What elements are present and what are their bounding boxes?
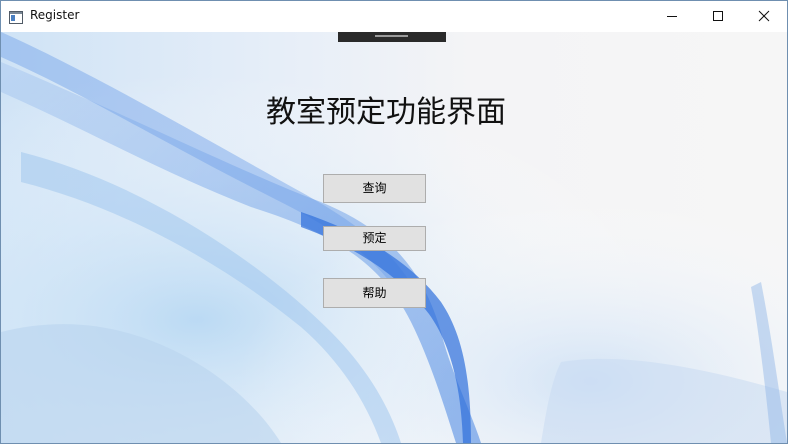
minimize-icon	[667, 16, 677, 17]
maximize-button[interactable]	[695, 1, 741, 31]
query-button[interactable]: 查询	[323, 174, 426, 203]
maximize-icon	[713, 11, 723, 21]
app-window-icon	[9, 9, 23, 24]
close-icon	[758, 10, 770, 22]
help-button[interactable]: 帮助	[323, 278, 426, 308]
reserve-button[interactable]: 预定	[323, 226, 426, 251]
grip-lines	[375, 35, 408, 37]
app-window: Register 教室预定功能界面 查询 预定 帮助	[0, 0, 788, 444]
window-title: Register	[30, 8, 80, 22]
minimize-button[interactable]	[649, 1, 695, 31]
close-button[interactable]	[741, 1, 787, 31]
title-bar[interactable]: Register	[1, 1, 787, 31]
page-title: 教室预定功能界面	[266, 95, 506, 130]
client-area: 教室预定功能界面 查询 预定 帮助	[1, 32, 787, 443]
drag-handle[interactable]	[338, 32, 446, 42]
